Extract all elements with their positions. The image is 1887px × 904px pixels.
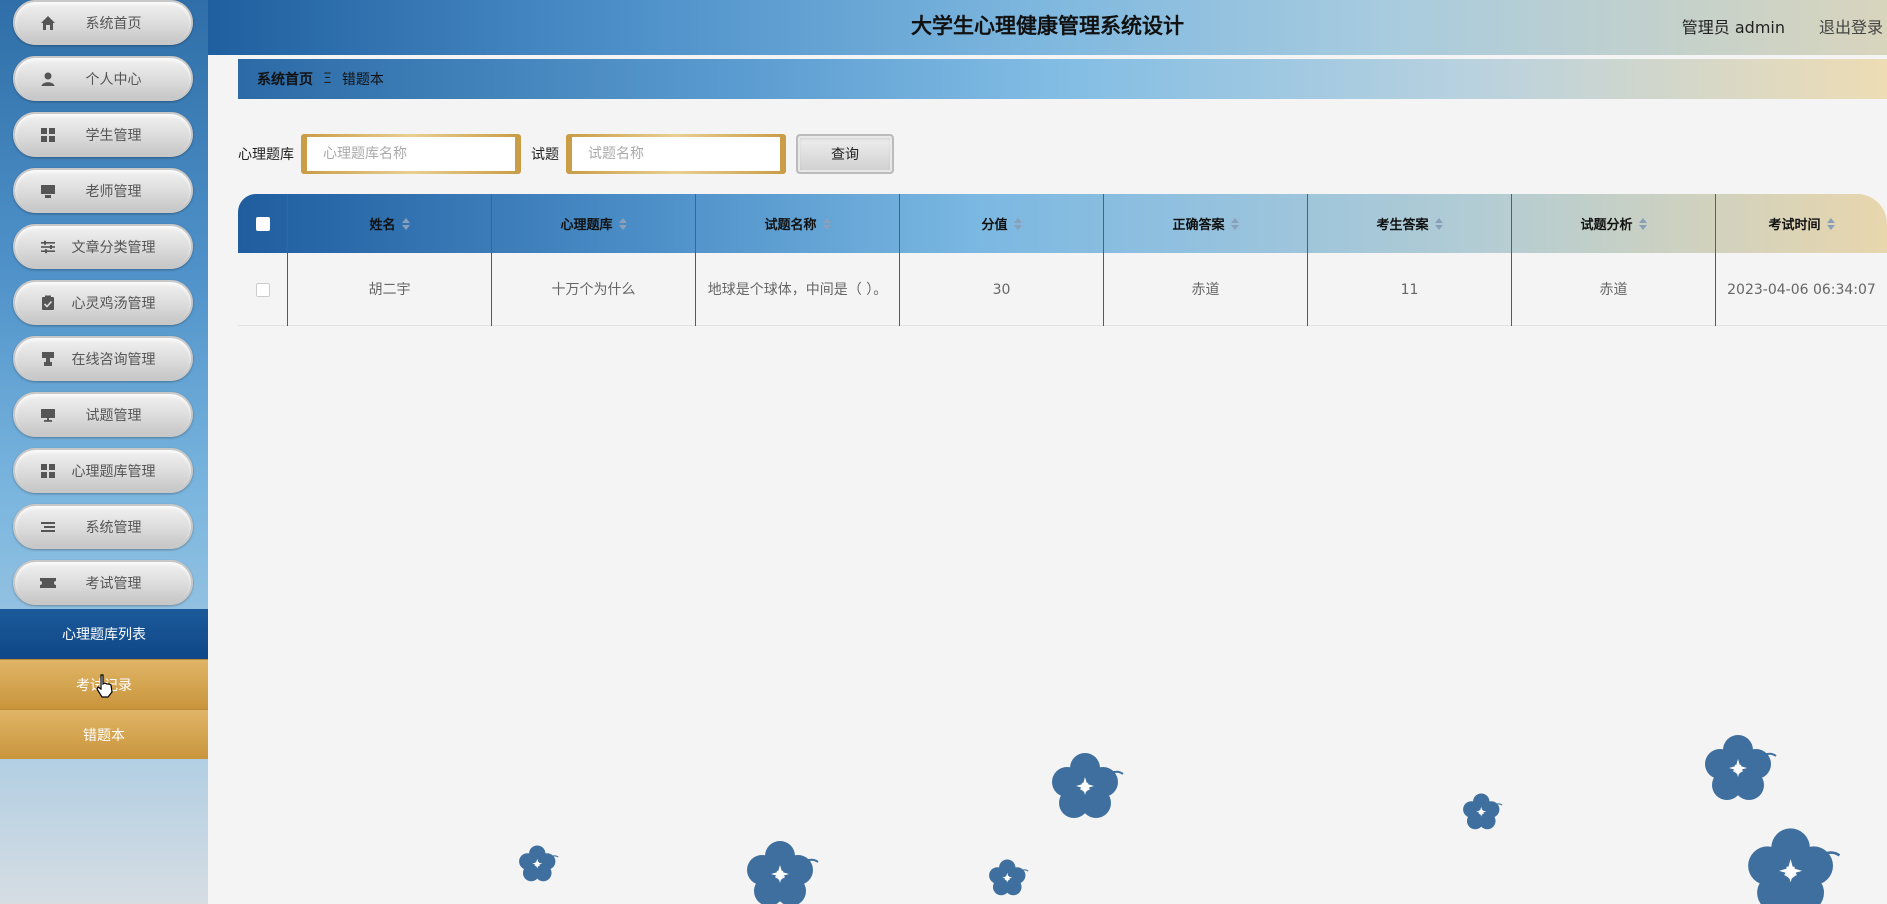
sidebar-item-label: 在线咨询管理 — [71, 351, 156, 368]
column-header-student-answer[interactable]: 考生答案 — [1308, 194, 1512, 253]
column-header-exam-time[interactable]: 考试时间 — [1716, 194, 1887, 253]
cell-analysis: 赤道 — [1512, 253, 1716, 326]
table-header: 姓名 心理题库 试题名称 分值 正确答案 考生答案 试题分析 考试时间 — [238, 194, 1887, 253]
column-header-label: 考生答案 — [1376, 218, 1429, 233]
sort-icon[interactable] — [618, 217, 627, 230]
sidebar-item-label: 老师管理 — [85, 183, 142, 200]
question-name-input[interactable] — [572, 137, 780, 171]
sort-icon[interactable] — [401, 217, 410, 230]
sidebar-item-label: 系统首页 — [85, 15, 142, 32]
flower-decoration-icon — [1051, 752, 1124, 818]
column-header-label: 考试时间 — [1768, 218, 1821, 233]
sidebar-item-profile[interactable]: 个人中心 — [13, 56, 193, 101]
sort-icon[interactable] — [1638, 217, 1647, 230]
bank-name-input[interactable] — [307, 137, 515, 171]
cell-bank: 十万个为什么 — [492, 253, 696, 326]
flower-decoration-icon — [988, 858, 1029, 896]
cell-question: 地球是个球体，中间是（ ）。 — [696, 253, 900, 326]
cell-name: 胡二宇 — [288, 253, 492, 326]
flower-decoration-icon — [1704, 734, 1777, 800]
breadcrumb-current: 错题本 — [341, 72, 384, 88]
sidebar-item-soul-soup[interactable]: 心灵鸡汤管理 — [13, 280, 193, 325]
sidebar-item-system[interactable]: 系统管理 — [13, 504, 193, 549]
row-checkbox[interactable] — [255, 282, 270, 297]
user-icon — [38, 69, 58, 89]
sort-icon[interactable] — [1434, 217, 1443, 230]
row-select-cell — [238, 253, 288, 326]
sidebar-item-article-categories[interactable]: 文章分类管理 — [13, 224, 193, 269]
sidebar-item-home[interactable]: 系统首页 — [13, 0, 193, 45]
logout-link[interactable]: 退出登录 — [1819, 14, 1883, 38]
sidebar-subitem-wrong-book[interactable]: 错题本 — [0, 709, 208, 759]
column-header-analysis[interactable]: 试题分析 — [1512, 194, 1716, 253]
column-header-label: 试题分析 — [1580, 218, 1633, 233]
table-row[interactable]: 胡二宇 十万个为什么 地球是个球体，中间是（ ）。 30 赤道 11 赤道 20… — [238, 253, 1887, 326]
column-header-correct-answer[interactable]: 正确答案 — [1104, 194, 1308, 253]
column-header-label: 分值 — [981, 218, 1008, 233]
top-header: 大学生心理健康管理系统设计 管理员 admin 退出登录 — [208, 0, 1887, 55]
home-icon — [38, 13, 58, 33]
sliders-icon — [38, 237, 58, 257]
column-header-bank[interactable]: 心理题库 — [492, 194, 696, 253]
bank-filter-label: 心理题库 — [238, 147, 294, 163]
current-user: 管理员 admin — [1681, 18, 1785, 37]
sidebar-item-label: 文章分类管理 — [71, 239, 156, 256]
flower-decoration-icon — [1746, 827, 1841, 904]
flower-decoration-icon — [1462, 792, 1503, 830]
column-header-label: 心理题库 — [560, 218, 613, 233]
app-title: 大学生心理健康管理系统设计 — [911, 14, 1184, 38]
question-filter-label: 试题 — [531, 147, 559, 163]
flower-decoration-icon — [518, 844, 559, 882]
sidebar-item-exams[interactable]: 考试管理 — [13, 560, 193, 605]
ticket-icon — [38, 573, 58, 593]
list-icon — [38, 517, 58, 537]
cell-correct-answer: 赤道 — [1104, 253, 1308, 326]
sort-icon[interactable] — [1826, 217, 1835, 230]
sidebar-item-label: 心灵鸡汤管理 — [71, 295, 156, 312]
wrong-answer-table: 姓名 心理题库 试题名称 分值 正确答案 考生答案 试题分析 考试时间 胡二宇 … — [238, 194, 1887, 326]
search-bar: 心理题库 试题 查询 — [238, 134, 894, 174]
sidebar-item-label: 学生管理 — [85, 127, 142, 144]
hand-cursor-icon — [96, 674, 113, 698]
sort-icon[interactable] — [1230, 217, 1239, 230]
column-header-label: 姓名 — [369, 218, 396, 233]
breadcrumb-home[interactable]: 系统首页 — [257, 69, 313, 89]
breadcrumb: 系统首页 Ξ 错题本 — [238, 59, 1887, 99]
clipboard-check-icon — [38, 293, 58, 313]
grid-icon — [38, 461, 58, 481]
sidebar-item-question-bank[interactable]: 心理题库管理 — [13, 448, 193, 493]
monitor-icon — [38, 405, 58, 425]
stamp-icon — [38, 349, 58, 369]
sidebar-item-students[interactable]: 学生管理 — [13, 112, 193, 157]
sidebar-item-questions[interactable]: 试题管理 — [13, 392, 193, 437]
grid-icon — [38, 125, 58, 145]
column-header-question[interactable]: 试题名称 — [696, 194, 900, 253]
sidebar-item-label: 个人中心 — [85, 71, 142, 88]
sidebar-item-label: 试题管理 — [85, 407, 142, 424]
sidebar-item-label: 系统管理 — [85, 519, 142, 536]
column-header-label: 试题名称 — [764, 218, 817, 233]
sidebar: 系统首页 个人中心 学生管理 老师管理 文章分类管理 心灵鸡汤管理 在线咨询管理… — [0, 0, 208, 904]
select-all-checkbox[interactable] — [255, 216, 270, 231]
sidebar-item-label: 考试管理 — [85, 575, 142, 592]
sidebar-item-label: 心理题库管理 — [71, 463, 156, 480]
breadcrumb-separator: Ξ — [323, 71, 332, 87]
sort-icon[interactable] — [1013, 217, 1022, 230]
header-select-all-cell — [238, 194, 288, 253]
flower-decoration-icon — [746, 840, 819, 904]
search-button[interactable]: 查询 — [796, 134, 894, 174]
cell-score: 30 — [900, 253, 1104, 326]
sort-icon[interactable] — [822, 217, 831, 230]
cell-exam-time: 2023-04-06 06:34:07 — [1727, 281, 1876, 298]
chalkboard-icon — [38, 181, 58, 201]
sidebar-subitem-question-bank-list[interactable]: 心理题库列表 — [0, 609, 208, 659]
cell-student-answer: 11 — [1308, 253, 1512, 326]
sidebar-item-teachers[interactable]: 老师管理 — [13, 168, 193, 213]
column-header-name[interactable]: 姓名 — [288, 194, 492, 253]
column-header-label: 正确答案 — [1172, 218, 1225, 233]
question-filter-frame — [566, 134, 786, 174]
column-header-score[interactable]: 分值 — [900, 194, 1104, 253]
sidebar-item-online-consult[interactable]: 在线咨询管理 — [13, 336, 193, 381]
bank-filter-frame — [301, 134, 521, 174]
